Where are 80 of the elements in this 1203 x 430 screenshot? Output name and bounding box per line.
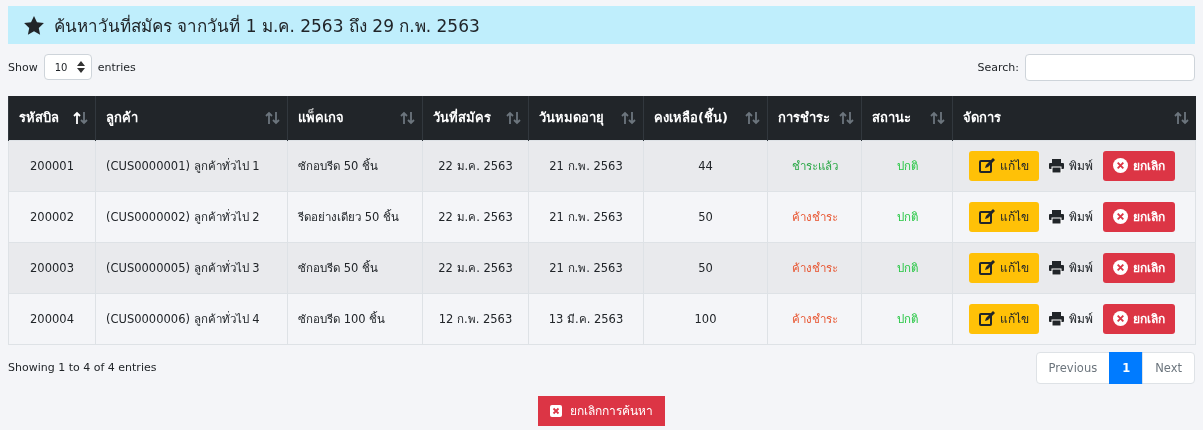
column-header[interactable]: สถานะ <box>861 96 953 140</box>
pagination-button[interactable]: Next <box>1142 351 1195 384</box>
x-circle-icon <box>1113 311 1128 326</box>
edit-icon <box>979 209 995 224</box>
cancel-search-button[interactable]: ยกเลิกการค้นหา <box>538 395 665 426</box>
printer-icon <box>1049 311 1064 326</box>
table-cell: 22 ม.ค. 2563 <box>422 242 529 293</box>
cancel-button[interactable]: ยกเลิก <box>1103 150 1175 181</box>
entries-select[interactable]: 10 <box>43 54 92 80</box>
table-cell: 44 <box>643 140 768 191</box>
column-header[interactable]: แพ็คเกจ <box>287 96 423 140</box>
sort-icon[interactable] <box>73 110 89 125</box>
edit-button[interactable]: แก้ไข <box>969 201 1039 232</box>
edit-button[interactable]: แก้ไข <box>969 252 1039 283</box>
page-title: ค้นหาวันที่สมัคร จากวันที่ 1 ม.ค. 2563 ถึง 29 ก.พ. 2563 <box>54 13 480 38</box>
star-icon <box>24 15 44 35</box>
pagination-button[interactable]: 1 <box>1109 351 1144 384</box>
column-header[interactable]: การชำระ <box>767 96 862 140</box>
table-cell: (CUS0000002) ลูกค้าทั่วไป 2 <box>95 191 288 242</box>
printer-icon <box>1049 260 1064 275</box>
table-cell: 200001 <box>8 140 96 191</box>
cancel-button[interactable]: ยกเลิก <box>1103 201 1175 232</box>
x-circle-icon <box>1113 209 1128 224</box>
table-cell: 21 ก.พ. 2563 <box>528 242 644 293</box>
column-header[interactable]: จัดการ <box>952 96 1196 140</box>
table-cell: ซักอบรีด 50 ชิ้น <box>287 242 423 293</box>
table-cell: ปกติ <box>861 293 953 344</box>
table-cell: ค้างชำระ <box>767 191 862 242</box>
table-cell: (CUS0000005) ลูกค้าทั่วไป 3 <box>95 242 288 293</box>
print-button[interactable]: พิมพ์ <box>1039 201 1103 232</box>
printer-icon <box>1049 158 1064 173</box>
column-header[interactable]: ลูกค้า <box>95 96 288 140</box>
table-cell: ชำระแล้ว <box>767 140 862 191</box>
table-cell: 22 ม.ค. 2563 <box>422 140 529 191</box>
cancel-button[interactable]: ยกเลิก <box>1103 303 1175 334</box>
table-cell: 21 ก.พ. 2563 <box>528 191 644 242</box>
x-circle-icon <box>1113 260 1128 275</box>
entries-label: entries <box>97 60 136 74</box>
table-cell: 50 <box>643 191 768 242</box>
table-cell: 100 <box>643 293 768 344</box>
pagination-button[interactable]: Previous <box>1035 351 1111 384</box>
cancel-button[interactable]: ยกเลิก <box>1103 252 1175 283</box>
column-header[interactable]: รหัสบิล <box>8 96 96 140</box>
search-label: Search: <box>977 60 1019 74</box>
show-label: Show <box>8 60 38 74</box>
edit-button[interactable]: แก้ไข <box>969 303 1039 334</box>
table-cell: (CUS0000001) ลูกค้าทั่วไป 1 <box>95 140 288 191</box>
table-cell: ซักอบรีด 50 ชิ้น <box>287 140 423 191</box>
print-button[interactable]: พิมพ์ <box>1039 150 1103 181</box>
table-cell: 22 ม.ค. 2563 <box>422 191 529 242</box>
print-button[interactable]: พิมพ์ <box>1039 303 1103 334</box>
edit-icon <box>979 311 995 326</box>
edit-icon <box>979 260 995 275</box>
edit-icon <box>979 158 995 173</box>
column-header[interactable]: วันหมดอายุ <box>528 96 644 140</box>
table-cell: 200002 <box>8 191 96 242</box>
entries-info: Showing 1 to 4 of 4 entries <box>8 361 157 374</box>
table-cell: ค้างชำระ <box>767 293 862 344</box>
table-cell: 200004 <box>8 293 96 344</box>
table-cell: 50 <box>643 242 768 293</box>
table-cell: ค้างชำระ <box>767 242 862 293</box>
column-header[interactable]: วันที่สมัคร <box>422 96 529 140</box>
table-cell: ปกติ <box>861 140 953 191</box>
printer-icon <box>1049 209 1064 224</box>
x-circle-icon <box>1113 158 1128 173</box>
table-cell: 21 ก.พ. 2563 <box>528 140 644 191</box>
table-cell: 200003 <box>8 242 96 293</box>
x-square-icon <box>550 404 562 417</box>
table-cell: ซักอบรีด 100 ชิ้น <box>287 293 423 344</box>
table-cell: รีดอย่างเดียว 50 ชิ้น <box>287 191 423 242</box>
table-cell: ปกติ <box>861 242 953 293</box>
column-header[interactable]: คงเหลือ(ชิ้น) <box>643 96 768 140</box>
search-field[interactable] <box>1025 53 1195 81</box>
table-cell: (CUS0000006) ลูกค้าทั่วไป 4 <box>95 293 288 344</box>
edit-button[interactable]: แก้ไข <box>969 150 1039 181</box>
spinner-arrows-icon <box>76 61 85 73</box>
table-cell: 12 ก.พ. 2563 <box>422 293 529 344</box>
table-cell: 13 มี.ค. 2563 <box>528 293 644 344</box>
print-button[interactable]: พิมพ์ <box>1039 252 1103 283</box>
table-cell: ปกติ <box>861 191 953 242</box>
